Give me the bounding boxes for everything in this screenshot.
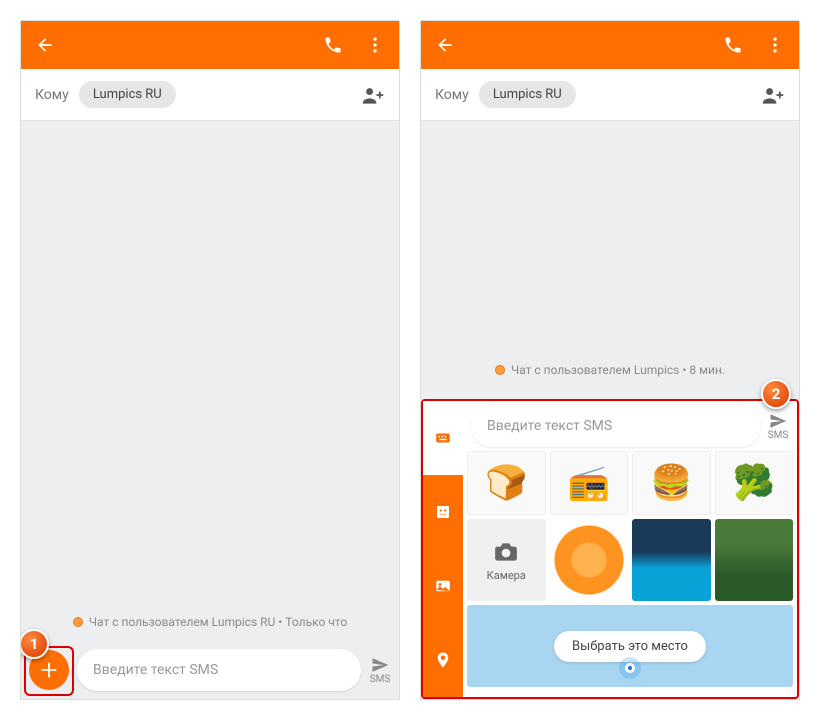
step-marker-1: 1 [20,629,49,659]
gallery-image-2[interactable] [632,519,711,601]
send-button[interactable]: SMS [369,656,391,685]
send-type: SMS [768,430,789,441]
camera-icon [491,539,521,565]
tab-keyboard[interactable] [423,401,463,475]
app-bar [421,21,799,69]
send-icon [369,656,391,674]
add-recipient-icon[interactable] [761,85,785,105]
call-icon[interactable] [323,35,343,55]
step-marker-2: 2 [761,379,791,409]
send-type: SMS [370,674,391,685]
sticker-burger[interactable]: 🍔 [632,451,711,515]
status-dot [73,617,83,627]
screen-b: Кому Lumpics RU Чат с пользователем Lump… [420,20,800,700]
recipient-chip[interactable]: Lumpics RU [479,81,576,108]
sticker-broccoli[interactable]: 🥦 [715,451,794,515]
attach-tabs [423,401,463,697]
gallery-row: Камера [463,515,797,605]
camera-tile[interactable]: Камера [467,519,546,601]
back-icon[interactable] [35,35,55,55]
recipient-label: Кому [35,87,69,103]
add-recipient-icon[interactable] [361,85,385,105]
recipient-chip[interactable]: Lumpics RU [79,81,176,108]
location-button[interactable]: Выбрать это место [554,631,706,662]
compose-row: Введите текст SMS SMS [463,401,797,451]
status-dot [495,365,505,375]
compose-row: Введите текст SMS SMS [29,649,391,691]
more-icon[interactable] [365,35,385,55]
more-icon[interactable] [765,35,785,55]
location-picker[interactable]: Выбрать это место [467,605,793,687]
attachment-panel: Введите текст SMS SMS 🍞 📻 🍔 🥦 Камера [421,399,799,699]
sticker-toast[interactable]: 🍞 [467,451,546,515]
message-input[interactable]: Введите текст SMS [77,649,361,691]
tab-gallery[interactable] [423,549,463,623]
camera-label: Камера [487,569,526,582]
call-icon[interactable] [723,35,743,55]
message-input[interactable]: Введите текст SMS [471,405,761,447]
back-icon[interactable] [435,35,455,55]
timestamp: Чат с пользователем Lumpics • 8 мин. [421,363,799,377]
location-dot-icon [625,663,635,673]
gallery-image-1[interactable] [550,519,629,601]
timestamp-text: Чат с пользователем Lumpics • 8 мин. [511,363,725,377]
recipient-label: Кому [435,87,469,103]
recipient-bar: Кому Lumpics RU [21,69,399,121]
sticker-toaster[interactable]: 📻 [550,451,629,515]
sticker-row: 🍞 📻 🍔 🥦 [463,451,797,515]
tab-stickers[interactable] [423,475,463,549]
send-button[interactable]: SMS [767,412,789,441]
gallery-image-3[interactable] [715,519,794,601]
timestamp-text: Чат с пользователем Lumpics RU • Только … [89,615,347,629]
input-placeholder: Введите текст SMS [93,662,218,678]
input-placeholder: Введите текст SMS [487,418,612,434]
screen-a: Кому Lumpics RU Чат с пользователем Lump… [20,20,400,700]
tab-location[interactable] [423,623,463,697]
app-bar [21,21,399,69]
send-icon [767,412,789,430]
attach-content: Введите текст SMS SMS 🍞 📻 🍔 🥦 Камера [463,401,797,697]
recipient-bar: Кому Lumpics RU [421,69,799,121]
timestamp: Чат с пользователем Lumpics RU • Только … [21,615,399,629]
